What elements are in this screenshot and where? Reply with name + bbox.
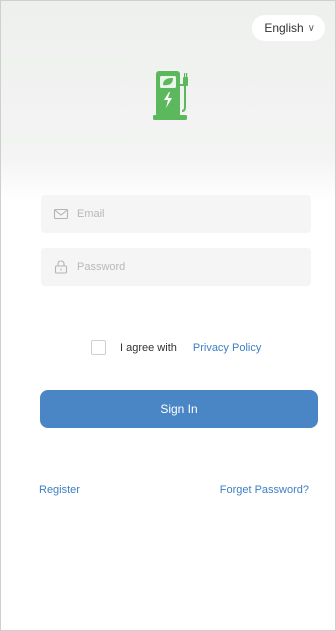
ev-charging-station-icon [151, 67, 193, 121]
email-input[interactable] [77, 208, 297, 220]
agree-label: I agree with [120, 341, 177, 354]
language-selector[interactable]: English ∨ [252, 15, 325, 41]
chevron-down-icon: ∨ [307, 22, 315, 34]
login-screen: English ∨ I agree wit [0, 0, 336, 631]
password-input[interactable] [77, 261, 297, 273]
register-link[interactable]: Register [39, 484, 80, 496]
agreement-row: I agree with Privacy Policy [91, 340, 261, 355]
language-label: English [264, 21, 304, 35]
sign-in-button[interactable]: Sign In [40, 390, 318, 428]
password-field[interactable] [41, 248, 311, 286]
envelope-icon [53, 208, 69, 220]
agree-checkbox[interactable] [91, 340, 106, 355]
forget-password-link[interactable]: Forget Password? [220, 484, 309, 496]
email-field[interactable] [41, 195, 311, 233]
lock-icon [54, 260, 68, 274]
privacy-policy-link[interactable]: Privacy Policy [193, 342, 261, 354]
